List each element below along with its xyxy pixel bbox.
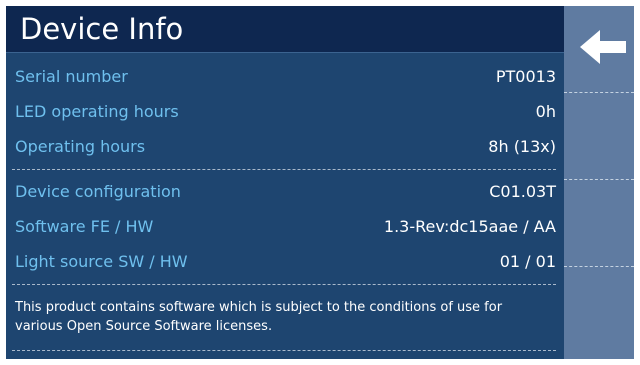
info-label: LED operating hours — [15, 102, 179, 121]
device-info-screen: Device Info Serial number PT0013 LED ope… — [6, 6, 634, 359]
info-value: 1.3-Rev:dc15aae / AA — [383, 217, 556, 236]
info-value: 0h — [535, 102, 556, 121]
info-value: 01 / 01 — [499, 252, 556, 271]
title-bar: Device Info — [6, 6, 564, 53]
divider — [12, 169, 556, 170]
open-source-notice: This product contains software which is … — [15, 300, 503, 334]
main-panel: Device Info Serial number PT0013 LED ope… — [6, 6, 564, 359]
info-value: PT0013 — [495, 67, 556, 86]
page-title: Device Info — [20, 12, 184, 46]
sidebar — [564, 6, 634, 359]
divider — [12, 284, 556, 285]
side-button-3[interactable] — [564, 180, 634, 267]
info-label: Operating hours — [15, 137, 146, 156]
info-label: Light source SW / HW — [15, 252, 188, 271]
info-row-serial-number: Serial number PT0013 — [6, 59, 564, 94]
info-row-operating-hours: Operating hours 8h (13x) — [6, 129, 564, 164]
info-value: 8h (13x) — [488, 137, 556, 156]
arrow-left-icon — [580, 30, 626, 64]
info-label: Software FE / HW — [15, 217, 154, 236]
info-row-led-operating-hours: LED operating hours 0h — [6, 94, 564, 129]
info-value: C01.03T — [489, 182, 556, 201]
info-row-device-configuration: Device configuration C01.03T — [6, 174, 564, 209]
divider — [12, 350, 556, 351]
info-label: Serial number — [15, 67, 128, 86]
info-row-light-source-sw-hw: Light source SW / HW 01 / 01 — [6, 244, 564, 279]
info-row-software-fe-hw: Software FE / HW 1.3-Rev:dc15aae / AA — [6, 209, 564, 244]
back-button[interactable] — [564, 6, 634, 93]
side-button-2[interactable] — [564, 93, 634, 180]
info-label: Device configuration — [15, 182, 181, 201]
side-button-4[interactable] — [564, 267, 634, 353]
